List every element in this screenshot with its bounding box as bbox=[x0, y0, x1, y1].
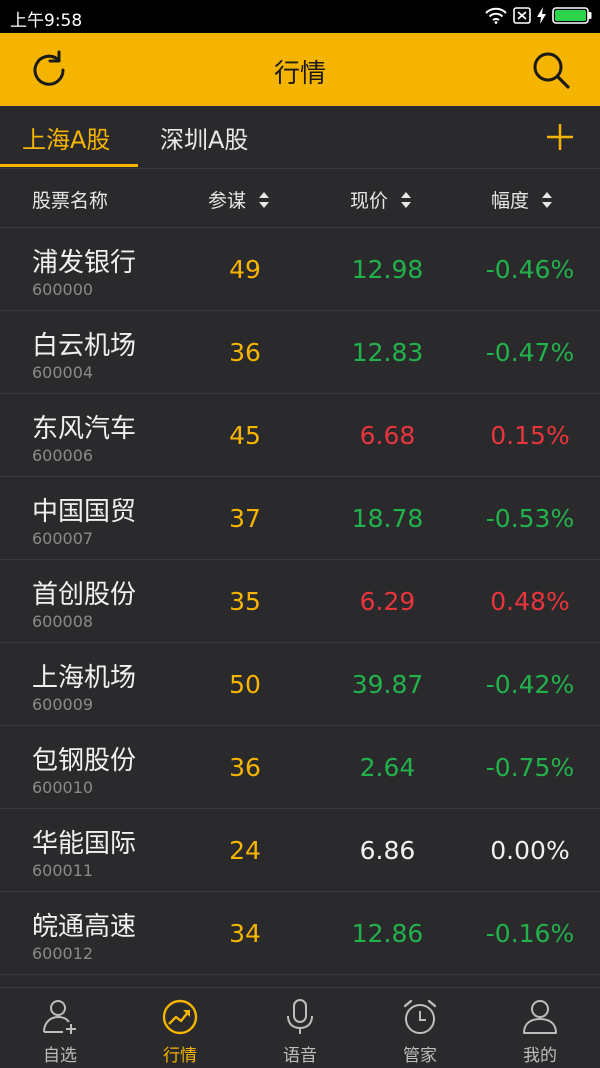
current-price: 6.86 bbox=[359, 836, 416, 865]
current-price: 12.86 bbox=[351, 919, 424, 948]
change-percent: -0.42% bbox=[485, 670, 575, 699]
advisor-score: 36 bbox=[229, 338, 261, 367]
stock-code: 600008 bbox=[32, 612, 94, 631]
change-percent: -0.46% bbox=[485, 255, 575, 284]
stock-row[interactable]: 华能国际 600011 24 6.86 0.00% bbox=[0, 809, 600, 892]
microphone-icon bbox=[287, 999, 313, 1034]
add-market-button[interactable] bbox=[520, 106, 600, 168]
advisor-score: 45 bbox=[229, 421, 261, 450]
stock-code: 600009 bbox=[32, 695, 94, 714]
status-time: 上午9:58 bbox=[10, 11, 83, 31]
sort-icon bbox=[542, 191, 553, 208]
stock-code: 600012 bbox=[32, 944, 94, 963]
current-price: 18.78 bbox=[351, 504, 424, 533]
current-price: 39.87 bbox=[351, 670, 424, 699]
sim-x-icon bbox=[513, 7, 531, 24]
change-percent: 0.00% bbox=[490, 836, 570, 865]
stock-code: 600006 bbox=[32, 446, 94, 465]
stock-name: 浦发银行 bbox=[32, 248, 137, 278]
search-icon bbox=[533, 52, 570, 89]
nav-profile[interactable]: 我的 bbox=[480, 988, 600, 1068]
active-tab-indicator bbox=[0, 164, 138, 167]
alarm-clock-icon bbox=[403, 999, 437, 1034]
plus-icon bbox=[547, 124, 573, 150]
profile-icon bbox=[523, 1000, 557, 1034]
app-header: 行情 bbox=[0, 33, 600, 106]
change-percent: -0.16% bbox=[485, 919, 575, 948]
col-can-header[interactable]: 参谋 bbox=[208, 186, 270, 213]
wifi-icon bbox=[485, 7, 507, 24]
change-percent: 0.15% bbox=[490, 421, 570, 450]
nav-watchlist[interactable]: 自选 bbox=[0, 988, 120, 1068]
battery-icon bbox=[552, 7, 592, 24]
col-can-label: 参谋 bbox=[208, 190, 247, 212]
stock-row[interactable]: 东风汽车 600006 45 6.68 0.15% bbox=[0, 394, 600, 477]
stock-name: 上海机场 bbox=[32, 663, 137, 693]
current-price: 2.64 bbox=[359, 753, 416, 782]
trend-icon bbox=[162, 999, 198, 1035]
nav-label: 自选 bbox=[43, 1046, 77, 1066]
stock-row[interactable]: 首创股份 600008 35 6.29 0.48% bbox=[0, 560, 600, 643]
stock-list: 浦发银行 600000 49 12.98 -0.46% 白云机场 600004 … bbox=[0, 228, 600, 975]
stock-name: 首创股份 bbox=[32, 580, 137, 610]
search-button[interactable] bbox=[530, 49, 572, 91]
col-name-label: 股票名称 bbox=[32, 190, 109, 212]
stock-name: 白云机场 bbox=[32, 331, 137, 361]
stock-name: 包钢股份 bbox=[32, 746, 137, 776]
market-tabs: 上海A股 深圳A股 bbox=[0, 106, 600, 169]
nav-label: 行情 bbox=[163, 1046, 197, 1066]
stock-name: 华能国际 bbox=[32, 829, 137, 859]
stock-code: 600004 bbox=[32, 363, 94, 382]
col-price-label: 现价 bbox=[350, 190, 389, 212]
stock-row[interactable]: 上海机场 600009 50 39.87 -0.42% bbox=[0, 643, 600, 726]
tab-shanghai-a[interactable]: 上海A股 bbox=[22, 120, 110, 155]
stock-code: 600007 bbox=[32, 529, 94, 548]
page-title: 行情 bbox=[273, 59, 326, 89]
stock-code: 600010 bbox=[32, 778, 94, 797]
col-price-header[interactable]: 现价 bbox=[350, 186, 412, 213]
nav-butler[interactable]: 管家 bbox=[360, 988, 480, 1068]
stock-name: 中国国贸 bbox=[32, 497, 137, 527]
change-percent: 0.48% bbox=[490, 587, 570, 616]
change-percent: -0.47% bbox=[485, 338, 575, 367]
tab-shenzhen-a[interactable]: 深圳A股 bbox=[160, 120, 248, 155]
stock-code: 600011 bbox=[32, 861, 94, 880]
charging-icon bbox=[537, 7, 546, 24]
stock-row[interactable]: 浦发银行 600000 49 12.98 -0.46% bbox=[0, 228, 600, 311]
nav-voice[interactable]: 语音 bbox=[240, 988, 360, 1068]
stock-row[interactable]: 白云机场 600004 36 12.83 -0.47% bbox=[0, 311, 600, 394]
stock-name: 皖通高速 bbox=[32, 912, 137, 942]
col-change-label: 幅度 bbox=[491, 190, 530, 212]
stock-row[interactable]: 中国国贸 600007 37 18.78 -0.53% bbox=[0, 477, 600, 560]
stock-name: 东风汽车 bbox=[32, 414, 137, 444]
change-percent: -0.75% bbox=[485, 753, 575, 782]
advisor-score: 50 bbox=[229, 670, 261, 699]
col-change-header[interactable]: 幅度 bbox=[491, 186, 553, 213]
bottom-nav: 自选 行情 语音 管家 我的 bbox=[0, 987, 600, 1068]
stock-row[interactable]: 皖通高速 600012 34 12.86 -0.16% bbox=[0, 892, 600, 975]
nav-market[interactable]: 行情 bbox=[120, 988, 240, 1068]
advisor-score: 35 bbox=[229, 587, 261, 616]
advisor-score: 24 bbox=[229, 836, 261, 865]
sort-icon bbox=[259, 191, 270, 208]
advisor-score: 37 bbox=[229, 504, 261, 533]
advisor-score: 36 bbox=[229, 753, 261, 782]
status-bar: 上午9:58 bbox=[0, 0, 600, 33]
stock-row[interactable]: 包钢股份 600010 36 2.64 -0.75% bbox=[0, 726, 600, 809]
current-price: 6.68 bbox=[359, 421, 416, 450]
nav-label: 我的 bbox=[523, 1046, 557, 1066]
sort-icon bbox=[401, 191, 412, 208]
current-price: 12.83 bbox=[351, 338, 424, 367]
advisor-score: 49 bbox=[229, 255, 261, 284]
current-price: 12.98 bbox=[351, 255, 424, 284]
change-percent: -0.53% bbox=[485, 504, 575, 533]
table-header: 股票名称 参谋 现价 幅度 bbox=[0, 169, 600, 228]
col-name-header: 股票名称 bbox=[32, 186, 108, 213]
advisor-score: 34 bbox=[229, 919, 261, 948]
add-user-icon bbox=[43, 1000, 76, 1034]
stock-code: 600000 bbox=[32, 280, 94, 299]
current-price: 6.29 bbox=[359, 587, 416, 616]
nav-label: 语音 bbox=[283, 1046, 317, 1066]
nav-label: 管家 bbox=[403, 1046, 437, 1066]
